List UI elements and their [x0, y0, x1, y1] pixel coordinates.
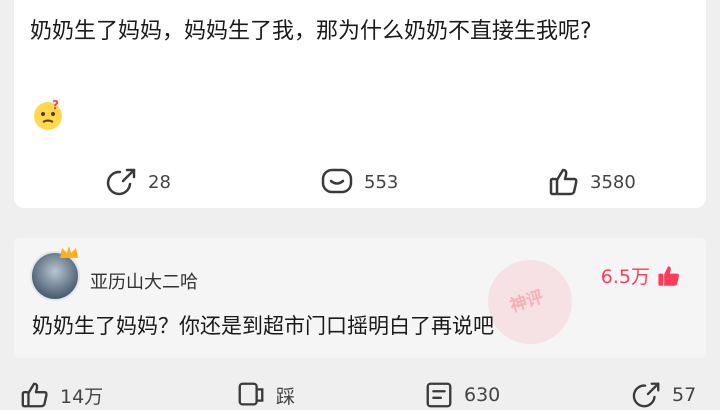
bottom-dislike-label: 踩 [276, 385, 296, 408]
comment-count: 553 [364, 171, 399, 193]
post-card: 奶奶生了妈妈，妈妈生了我，那为什么奶奶不直接生我呢? ? 28 553 3580 [14, 0, 706, 208]
thumbs-down-icon [238, 382, 264, 406]
top-comment-card: 亚历山大二哈 神评 6.5万 奶奶生了妈妈？你还是到超市门口摇明白了再说吧 [14, 238, 706, 358]
share-action[interactable]: 28 [106, 164, 171, 200]
comment-text: 奶奶生了妈妈？你还是到超市门口摇明白了再说吧 [32, 314, 494, 338]
thumbs-up-icon [549, 168, 578, 196]
bottom-share-count: 57 [672, 384, 697, 406]
thumbs-up-icon [21, 382, 48, 408]
like-action[interactable]: 3580 [548, 164, 636, 200]
comment-list-icon [426, 382, 452, 408]
crown-icon [60, 246, 78, 258]
like-count: 3580 [590, 171, 636, 193]
share-icon [106, 168, 136, 196]
thumbs-up-filled-icon [658, 265, 679, 286]
bottom-like-count: 14万 [60, 385, 104, 408]
share-icon [632, 382, 660, 408]
post-text: 奶奶生了妈妈，妈妈生了我，那为什么奶奶不直接生我呢? [30, 19, 592, 44]
comment-icon [321, 168, 353, 194]
bottom-comment-action[interactable]: 630 [424, 380, 500, 410]
thinking-emoji-icon: ? [34, 99, 62, 130]
svg-text:?: ? [52, 99, 59, 112]
bottom-share-action[interactable]: 57 [632, 380, 696, 410]
bottom-comment-count: 630 [464, 384, 501, 406]
bottom-dislike-action[interactable]: 踩 [236, 380, 295, 410]
share-count: 28 [148, 171, 171, 193]
bottom-like-action[interactable]: 14万 [20, 380, 103, 410]
comment-like-button[interactable]: 6.5万 [601, 262, 682, 289]
comment-action[interactable]: 553 [320, 164, 398, 200]
stamp-label: 神评 [507, 287, 547, 317]
comment-username[interactable]: 亚历山大二哈 [90, 268, 198, 294]
comment-like-count: 6.5万 [600, 266, 650, 288]
